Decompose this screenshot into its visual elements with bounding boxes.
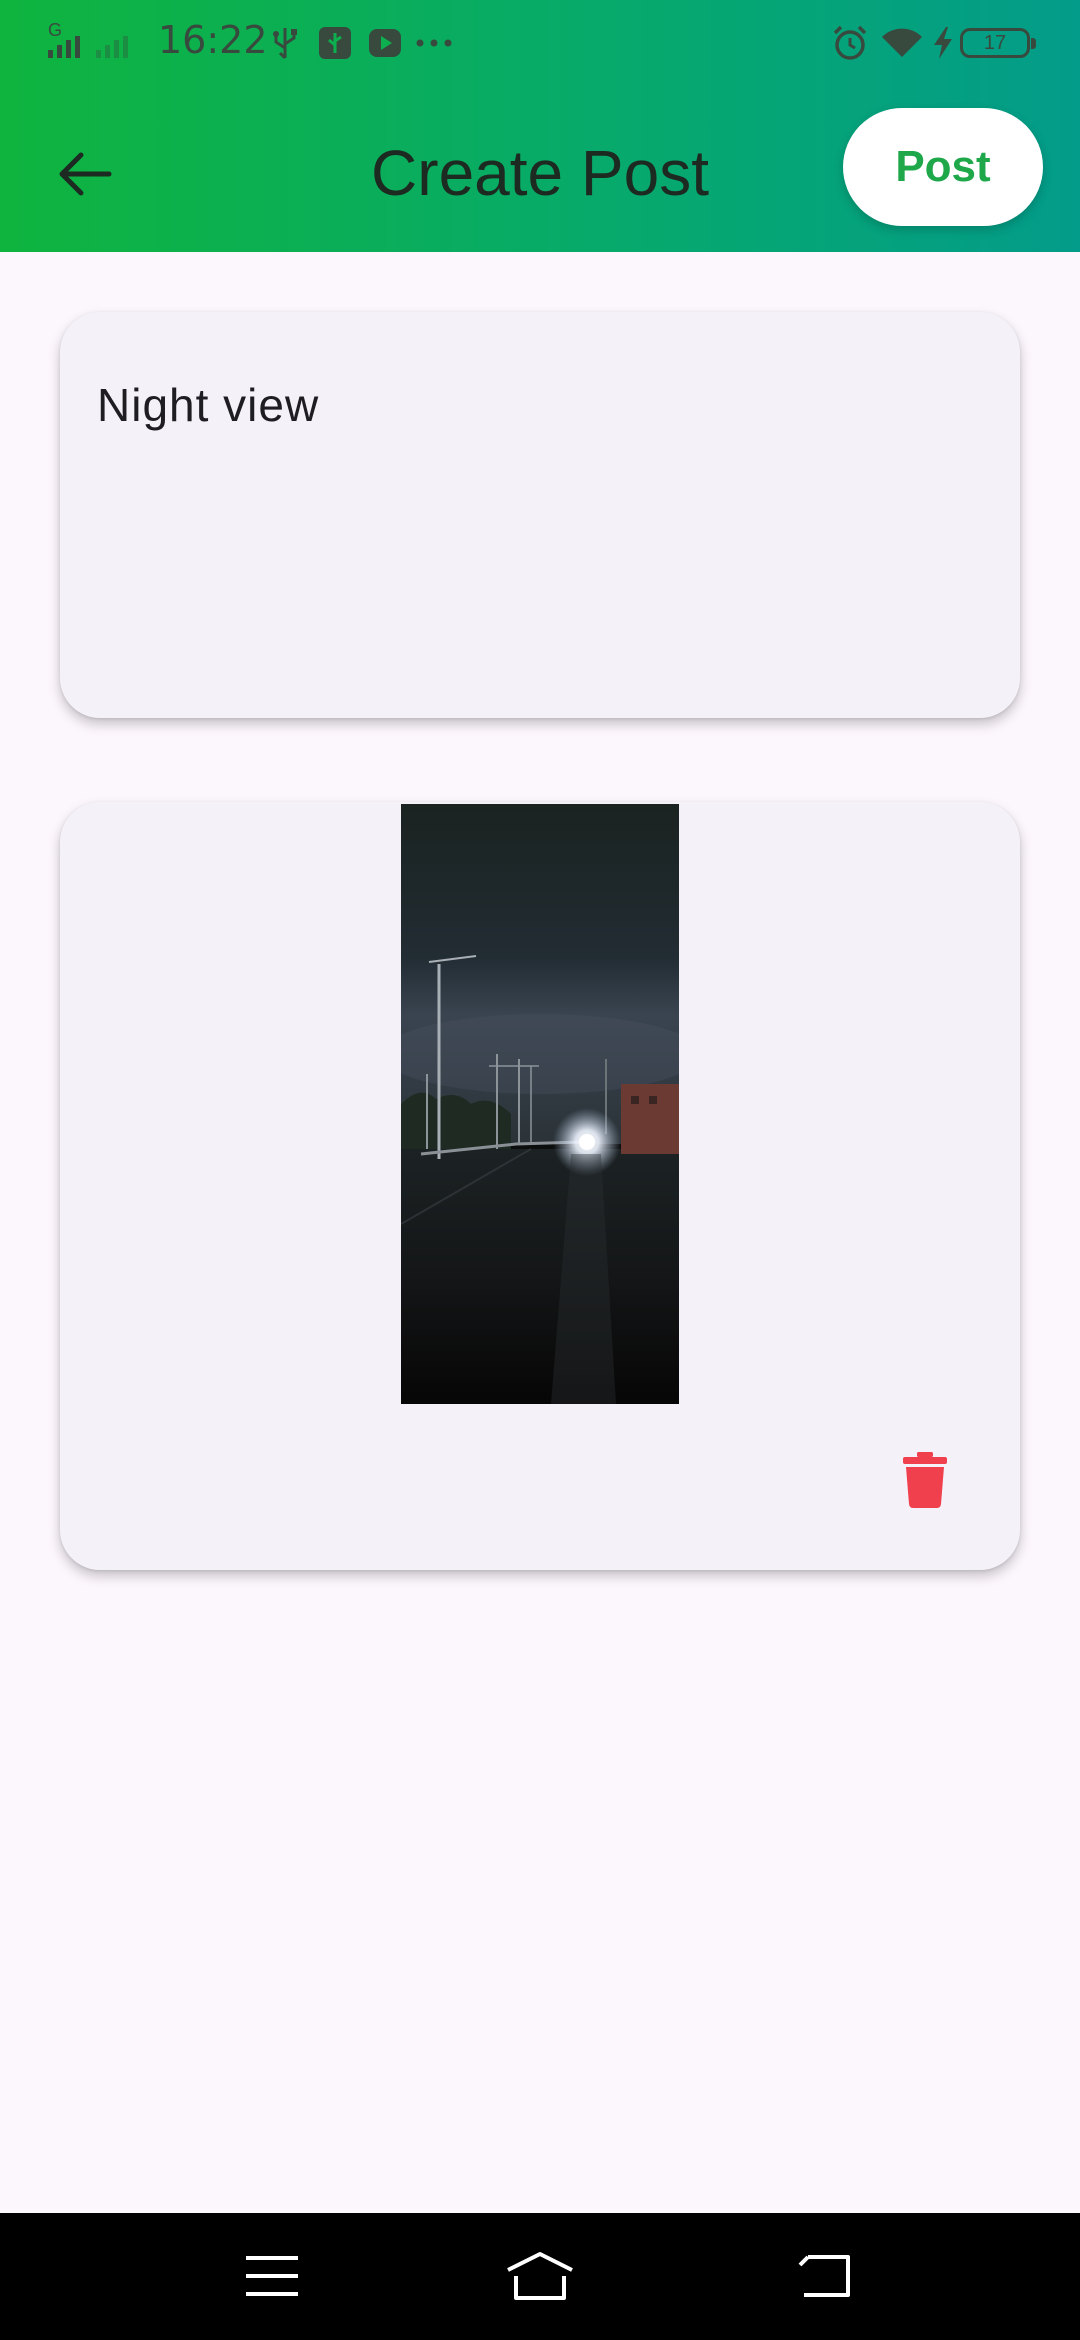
post-text-value: Night view: [97, 379, 320, 431]
arrow-left-icon: [57, 149, 113, 204]
trash-icon: [902, 1451, 948, 1513]
post-button[interactable]: Post: [843, 108, 1043, 226]
menu-icon: [244, 2254, 300, 2303]
page-title: Create Post: [371, 137, 709, 209]
more-icon: [414, 28, 454, 58]
play-icon: [366, 24, 404, 62]
night-road-photo[interactable]: [401, 804, 679, 1404]
battery-icon: 17: [960, 28, 1036, 58]
nav-menu-button[interactable]: [222, 2233, 322, 2323]
usb-debug-icon: [316, 24, 354, 62]
nav-home-button[interactable]: [490, 2233, 590, 2323]
app-bar: Create Post Post: [0, 88, 1080, 252]
status-time: 16:22: [158, 18, 268, 62]
header: G 16:22 17 Create Post Post: [0, 0, 1080, 252]
post-text-field[interactable]: Night view: [60, 312, 1020, 718]
status-bar: G 16:22 17: [0, 0, 1080, 88]
signal-icon: [46, 30, 146, 60]
home-icon: [504, 2250, 576, 2307]
delete-image-button[interactable]: [890, 1442, 960, 1522]
charging-icon: [930, 24, 956, 62]
system-nav-bar: [0, 2213, 1080, 2340]
wifi-icon: [880, 24, 924, 62]
alarm-icon: [830, 22, 870, 64]
back-icon: [794, 2253, 854, 2304]
media-card: [60, 802, 1020, 1570]
battery-level: 17: [983, 32, 1007, 54]
back-button[interactable]: [40, 136, 130, 216]
nav-back-button[interactable]: [774, 2233, 874, 2323]
usb-icon: [268, 24, 302, 64]
